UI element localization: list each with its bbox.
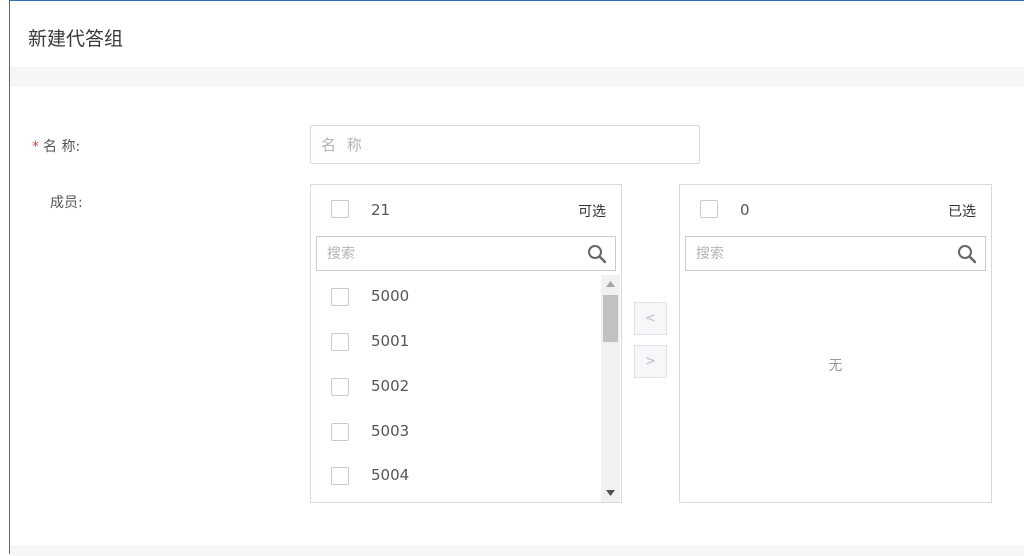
available-count: 21: [371, 201, 391, 219]
available-panel: 21 可选 5000 5001 5002: [310, 184, 622, 503]
available-search: [316, 236, 616, 271]
required-mark: *: [32, 139, 39, 155]
selected-empty-message: 无: [828, 358, 843, 374]
selected-search: [685, 236, 986, 271]
item-value: 5000: [371, 287, 410, 305]
list-item[interactable]: 5000: [331, 282, 581, 312]
members-label: 成员:: [50, 195, 83, 211]
name-input[interactable]: [310, 125, 700, 164]
item-checkbox[interactable]: [331, 378, 349, 396]
name-label-row: * 名 称:: [32, 136, 80, 156]
scroll-down-arrow-icon[interactable]: [601, 484, 620, 502]
item-value: 5001: [371, 332, 410, 350]
footer-band: [10, 546, 1024, 556]
scrollbar-thumb[interactable]: [603, 295, 618, 342]
item-checkbox[interactable]: [331, 423, 349, 441]
dialog-header: 新建代答组: [10, 1, 1024, 68]
name-label: 名 称:: [43, 139, 81, 155]
item-checkbox[interactable]: [331, 288, 349, 306]
selected-select-all-checkbox[interactable]: [700, 200, 718, 218]
item-value: 5002: [371, 377, 410, 395]
move-right-button[interactable]: >: [634, 345, 667, 378]
available-tag: 可选: [578, 204, 606, 220]
move-left-button[interactable]: <: [634, 302, 667, 335]
list-item[interactable]: 5003: [331, 417, 581, 447]
scroll-up-arrow-icon[interactable]: [601, 275, 620, 293]
available-scrollbar[interactable]: [601, 275, 620, 502]
list-item[interactable]: 5002: [331, 372, 581, 402]
selected-panel-header: 0 已选: [680, 185, 991, 233]
item-value: 5004: [371, 466, 410, 484]
available-select-all-checkbox[interactable]: [331, 200, 349, 218]
selected-search-input[interactable]: [686, 237, 985, 270]
dialog-title: 新建代答组: [28, 28, 124, 50]
available-search-input[interactable]: [317, 237, 615, 270]
dialog: 新建代答组 *名 称: 成员: 21 可选 5000: [9, 0, 1024, 556]
list-item[interactable]: 5004: [331, 461, 581, 491]
selected-tag: 已选: [948, 204, 976, 220]
search-icon[interactable]: [587, 244, 607, 264]
available-panel-header: 21 可选: [311, 185, 621, 233]
item-value: 5003: [371, 422, 410, 440]
list-item[interactable]: 5001: [331, 327, 581, 357]
selected-count: 0: [740, 201, 750, 219]
header-band: [10, 67, 1024, 86]
item-checkbox[interactable]: [331, 467, 349, 485]
available-list: 5000 5001 5002 5003 5004: [311, 277, 621, 502]
selected-panel: 0 已选 无: [679, 184, 992, 503]
search-icon[interactable]: [957, 244, 977, 264]
item-checkbox[interactable]: [331, 333, 349, 351]
